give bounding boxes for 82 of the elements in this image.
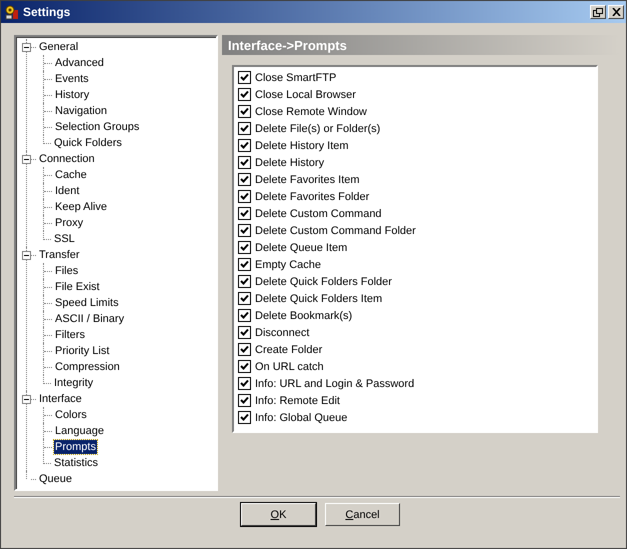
prompt-label: Info: URL and Login & Password	[255, 378, 414, 390]
prompt-label: Info: Global Queue	[255, 412, 348, 424]
checkbox[interactable]	[238, 309, 251, 322]
tree-item[interactable]: Events	[54, 72, 90, 86]
checkbox[interactable]	[238, 88, 251, 101]
tree-item[interactable]: Language	[54, 424, 105, 438]
window-title: Settings	[23, 5, 72, 19]
checkbox[interactable]	[238, 207, 251, 220]
checkbox[interactable]	[238, 71, 251, 84]
prompt-label: Close Local Browser	[255, 88, 356, 100]
tools-icon	[4, 4, 20, 20]
checkbox[interactable]	[238, 122, 251, 135]
tree-item[interactable]: Files	[54, 264, 80, 278]
tree-item[interactable]: Queue	[38, 472, 74, 486]
restore-button[interactable]	[590, 5, 606, 19]
tree-item[interactable]: Speed Limits	[54, 296, 120, 310]
prompt-label: Info: Remote Edit	[255, 394, 340, 406]
checkbox[interactable]	[238, 326, 251, 339]
prompt-label: Delete Custom Command Folder	[255, 224, 416, 236]
tree-item[interactable]: Priority List	[54, 344, 110, 358]
collapse-icon[interactable]	[22, 42, 31, 52]
prompt-label: Delete Quick Folders Folder	[255, 276, 392, 288]
prompt-label: Delete History	[255, 156, 324, 168]
checkbox[interactable]	[238, 105, 251, 118]
checkbox[interactable]	[238, 360, 251, 373]
tree-item[interactable]: Colors	[54, 408, 88, 422]
ok-button[interactable]: OK	[241, 503, 316, 526]
checkbox[interactable]	[238, 292, 251, 305]
tree-item[interactable]: Proxy	[54, 216, 84, 230]
tree-item[interactable]: Navigation	[54, 104, 108, 118]
prompt-label: Close SmartFTP	[255, 72, 336, 84]
tree-item[interactable]: History	[54, 88, 90, 102]
checkbox[interactable]	[238, 275, 251, 288]
checkbox[interactable]	[238, 139, 251, 152]
restore-icon	[593, 8, 603, 16]
prompt-label: Create Folder	[255, 344, 322, 356]
close-icon	[612, 8, 620, 16]
tree-item[interactable]: Selection Groups	[54, 120, 140, 134]
checkbox[interactable]	[238, 173, 251, 186]
tree-item[interactable]: Integrity	[53, 376, 94, 390]
checkbox[interactable]	[238, 343, 251, 356]
prompt-label: Delete Favorites Folder	[255, 190, 370, 202]
tree-item[interactable]: File Exist	[54, 280, 101, 294]
checkbox[interactable]	[238, 190, 251, 203]
tree-item[interactable]: Advanced	[54, 56, 105, 70]
prompt-label: Disconnect	[255, 326, 310, 338]
prompt-label: Delete Favorites Item	[255, 174, 360, 186]
prompt-label: Delete File(s) or Folder(s)	[255, 122, 380, 134]
tree-item[interactable]: Prompts	[54, 440, 97, 454]
tree-item[interactable]: Statistics	[53, 456, 100, 470]
prompt-label: Delete Bookmark(s)	[255, 310, 352, 322]
checkbox[interactable]	[238, 258, 251, 271]
tree-item[interactable]: ASCII / Binary	[54, 312, 126, 326]
checkbox[interactable]	[238, 156, 251, 169]
tree-item[interactable]: Quick Folders	[53, 136, 123, 150]
prompt-label: Delete Queue Item	[255, 242, 348, 254]
collapse-icon[interactable]	[22, 394, 31, 404]
prompt-label: Delete History Item	[255, 140, 349, 152]
tree-item[interactable]: Keep Alive	[54, 200, 108, 214]
tree-item[interactable]: Filters	[54, 328, 86, 342]
checkbox[interactable]	[238, 394, 251, 407]
tree-item[interactable]: Cache	[54, 168, 88, 182]
prompt-label: On URL catch	[255, 360, 324, 372]
prompt-label: Delete Quick Folders Item	[255, 292, 382, 304]
collapse-icon[interactable]	[22, 154, 31, 164]
checkbox[interactable]	[238, 224, 251, 237]
tree-item[interactable]: SSL	[53, 232, 76, 246]
checkbox[interactable]	[238, 377, 251, 390]
tree-item[interactable]: General	[38, 40, 80, 54]
tree-item[interactable]: Connection	[38, 152, 96, 166]
prompt-label: Close Remote Window	[255, 106, 367, 118]
collapse-icon[interactable]	[22, 250, 31, 260]
tree-item[interactable]: Interface	[38, 392, 83, 406]
checkbox[interactable]	[238, 411, 251, 424]
tree-item[interactable]: Transfer	[38, 248, 81, 262]
prompt-label: Delete Custom Command	[255, 208, 382, 220]
tree-item[interactable]: Compression	[54, 360, 121, 374]
checkbox[interactable]	[238, 241, 251, 254]
cancel-button[interactable]: Cancel	[325, 503, 400, 526]
close-button[interactable]	[608, 5, 624, 19]
tree-item[interactable]: Ident	[54, 184, 80, 198]
prompt-label: Empty Cache	[255, 258, 322, 270]
